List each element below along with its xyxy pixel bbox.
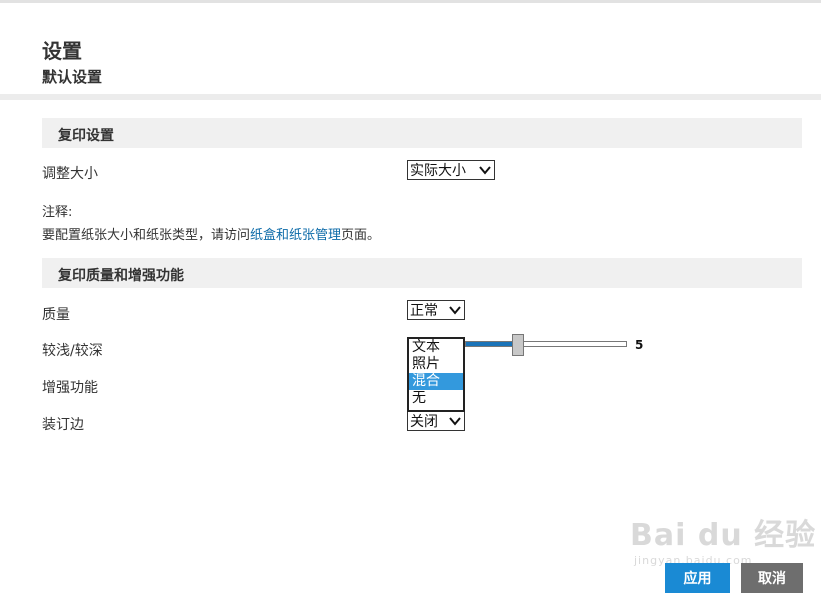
cancel-button[interactable]: 取消: [741, 563, 803, 593]
page-subtitle: 默认设置: [42, 68, 103, 86]
header-divider: [0, 94, 821, 100]
enhance-option-mixed[interactable]: 混合: [409, 373, 463, 390]
resize-select[interactable]: 实际大小: [407, 160, 495, 180]
apply-button[interactable]: 应用: [665, 563, 730, 593]
binding-edge-select[interactable]: 关闭: [407, 411, 465, 431]
enhance-option-none[interactable]: 无: [409, 390, 463, 407]
page-title: 设置: [42, 39, 82, 63]
page-header: 设置 默认设置: [0, 3, 821, 94]
note-label: 注释:: [42, 205, 73, 220]
resize-select-value: 实际大小: [410, 163, 466, 179]
quality-section-title: 复印质量和增强功能: [58, 268, 184, 284]
chevron-down-icon: [449, 417, 461, 426]
enhance-option-text[interactable]: 文本: [409, 339, 463, 356]
enhance-option-photo[interactable]: 照片: [409, 356, 463, 373]
lighter-darker-label: 较浅/较深: [42, 343, 103, 359]
lighter-darker-slider-track[interactable]: [465, 341, 627, 347]
enhance-dropdown-list[interactable]: 文本 照片 混合 无: [407, 337, 465, 412]
quality-section-header: 复印质量和增强功能: [42, 258, 802, 288]
note-prefix: 要配置纸张大小和纸张类型，请访问: [42, 228, 251, 243]
binding-edge-select-value: 关闭: [410, 414, 438, 430]
chevron-down-icon: [449, 306, 461, 315]
binding-edge-label: 装订边: [42, 417, 84, 433]
quality-label: 质量: [42, 307, 70, 323]
note-suffix: 页面。: [341, 228, 381, 243]
copy-settings-section-title: 复印设置: [58, 128, 114, 144]
lighter-darker-value: 5: [635, 338, 644, 352]
watermark-main-text: Bai du 经验: [630, 518, 817, 553]
lighter-darker-slider-handle[interactable]: [512, 334, 524, 356]
quality-select[interactable]: 正常: [407, 300, 465, 320]
quality-select-value: 正常: [410, 303, 438, 319]
paper-management-link[interactable]: 纸盒和纸张管理: [250, 228, 341, 243]
note-text: 要配置纸张大小和纸张类型，请访问纸盒和纸张管理页面。: [42, 224, 380, 243]
chevron-down-icon: [479, 166, 491, 175]
copy-settings-section-header: 复印设置: [42, 118, 802, 148]
baidu-watermark: Bai du 经验 jingyan.baidu.com: [630, 510, 816, 567]
enhance-label: 增强功能: [42, 380, 98, 396]
resize-label: 调整大小: [42, 166, 98, 182]
